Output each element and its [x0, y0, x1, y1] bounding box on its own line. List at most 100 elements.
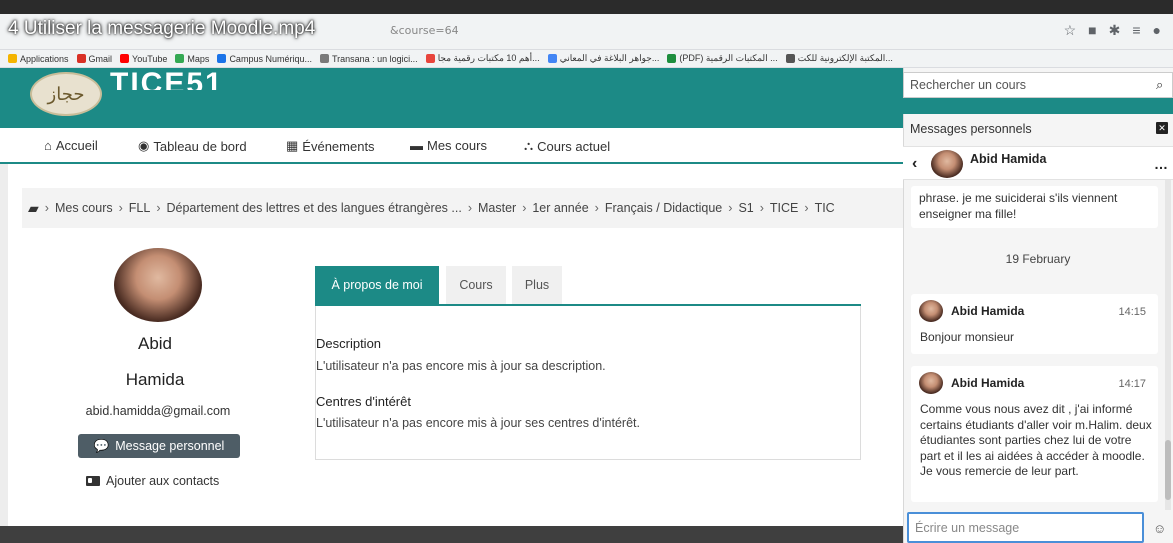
message-sender: Abid Hamida — [951, 376, 1025, 390]
nav-home[interactable]: ⌂ Accueil — [44, 138, 98, 153]
bookmark-item[interactable]: Gmail — [76, 54, 112, 64]
message-text: Comme vous nous avez dit , j'ai informé … — [920, 402, 1152, 478]
breadcrumb-item[interactable]: TIC — [815, 201, 835, 215]
description-text: L'utilisateur n'a pas encore mis à jour … — [316, 359, 606, 373]
add-contact-link[interactable]: Ajouter aux contacts — [86, 474, 219, 488]
drawer-header-strip — [903, 98, 1173, 114]
breadcrumb-item[interactable]: 1er année — [532, 201, 588, 215]
breadcrumb-separator: › — [44, 201, 49, 215]
nav-current-course[interactable]: ⛬ Cours actuel — [524, 138, 610, 154]
course-search-input[interactable]: Rechercher un cours — [903, 72, 1173, 98]
more-options-icon[interactable]: … — [1154, 156, 1168, 172]
nav-dashboard-label: Tableau de bord — [153, 138, 247, 154]
message-card: Abid Hamida 14:17 Comme vous nous avez d… — [911, 366, 1158, 502]
bookmark-label: (PDF) المكتبات الرقمية ... — [679, 53, 778, 63]
address-url[interactable]: &course=64 — [390, 24, 459, 37]
bookmark-label: جواهر البلاغة في المعاني... — [559, 53, 660, 63]
reading-list-icon[interactable]: ≡ — [1132, 22, 1140, 39]
bookmark-item[interactable]: جواهر البلاغة في المعاني... — [547, 53, 660, 64]
close-icon[interactable]: ✕ — [1156, 122, 1168, 134]
site-logo[interactable]: حجاز — [30, 72, 102, 116]
add-contact-label: Ajouter aux contacts — [106, 474, 220, 488]
message-card: Abid Hamida 14:15 Bonjour monsieur — [911, 294, 1158, 354]
breadcrumb-separator: › — [156, 201, 161, 215]
bookmark-label: أهم 10 مكتبات رقمية مجا... — [437, 53, 540, 63]
puzzle-icon[interactable]: ✱ — [1109, 22, 1121, 39]
messages-scroll-thumb[interactable] — [1165, 440, 1171, 500]
bookmark-item[interactable]: (PDF) المكتبات الرقمية ... — [667, 53, 778, 64]
interests-text: L'utilisateur n'a pas encore mis à jour … — [316, 416, 640, 430]
browser-toolbar-icons: ☆ ■ ✱ ≡ ● — [1064, 22, 1161, 39]
breadcrumb-item[interactable]: S1 — [738, 201, 753, 215]
message-time: 14:15 — [1118, 306, 1146, 318]
bookmark-label: Transana : un logici... — [331, 53, 418, 64]
bookmark-icon — [8, 54, 17, 63]
tab-courses[interactable]: Cours — [446, 266, 506, 304]
site-name[interactable]: TICE51 — [110, 62, 224, 90]
home-icon: ⌂ — [44, 138, 52, 153]
profile-email: abid.hamidda@gmail.com — [85, 404, 231, 418]
drawer-title: Messages personnels — [910, 122, 1032, 136]
bookmark-item[interactable]: Applications — [8, 54, 69, 64]
screen-root: &course=64 ☆ ■ ✱ ≡ ● Applications Gmail Yo… — [0, 0, 1173, 543]
nav-events[interactable]: ▦ Événements — [286, 138, 375, 154]
folder-icon: ▰ — [28, 199, 39, 216]
conversation-avatar[interactable] — [931, 150, 963, 178]
nav-my-courses[interactable]: ▬ Mes cours — [410, 138, 487, 153]
bookmark-icon — [425, 54, 435, 63]
breadcrumb-item[interactable]: Mes cours — [55, 201, 113, 215]
message-button-label: Message personnel — [115, 439, 225, 453]
message-avatar — [919, 300, 943, 322]
bookmark-item[interactable]: أهم 10 مكتبات رقمية مجا... — [425, 53, 540, 64]
address-card-icon — [86, 476, 100, 486]
bookmark-icon — [785, 54, 795, 63]
calendar-icon: ▦ — [286, 138, 299, 153]
breadcrumb-separator: › — [728, 201, 733, 215]
bookmark-label: المكتبة الإلكترونية للكت... — [797, 53, 893, 63]
breadcrumb-item[interactable]: TICE — [770, 201, 798, 215]
conversation-contact-name[interactable]: Abid Hamida — [970, 152, 1046, 166]
emoji-icon[interactable]: ☺ — [1153, 521, 1166, 536]
profile-first-name: Abid — [137, 334, 173, 353]
bookmark-item[interactable]: Campus Numériqu... — [217, 54, 312, 64]
tab-more[interactable]: Plus — [512, 266, 562, 304]
page-footer — [0, 526, 905, 543]
bookmark-item[interactable]: المكتبة الإلكترونية للكت... — [785, 53, 893, 64]
profile-last-name: Hamida — [125, 370, 185, 389]
bookmark-icon — [547, 54, 557, 63]
dashboard-icon: ◉ — [138, 138, 150, 153]
breadcrumb-separator: › — [804, 201, 809, 215]
message-partial: phrase. je me suiciderai s'ils viennent … — [911, 186, 1158, 228]
bookmark-item[interactable]: Transana : un logici... — [319, 53, 418, 64]
breadcrumb-item[interactable]: Département des lettres et des langues é… — [167, 201, 462, 215]
message-text: Bonjour monsieur — [920, 330, 1015, 344]
breadcrumb-item[interactable]: Master — [478, 201, 516, 215]
nav-current-course-label: Cours actuel — [537, 138, 611, 154]
breadcrumb-separator: › — [467, 201, 472, 215]
breadcrumb-item[interactable]: FLL — [129, 201, 151, 215]
breadcrumb-separator: › — [759, 201, 764, 215]
message-avatar — [919, 372, 943, 394]
nav-events-label: Événements — [302, 138, 375, 154]
sitemap-icon: ⛬ — [524, 138, 534, 153]
star-icon[interactable]: ☆ — [1064, 22, 1077, 39]
video-title: 4 Utiliser la messagerie Moodle.mp4 — [8, 18, 316, 39]
bookmark-icon — [76, 54, 86, 63]
speech-bubble-icon: 💬 — [93, 438, 110, 453]
tab-about[interactable]: À propos de moi — [315, 266, 439, 304]
search-icon[interactable]: ⌕ — [1156, 77, 1163, 93]
compose-message-input[interactable]: Écrire un message — [907, 512, 1144, 543]
browser-tab-strip[interactable] — [0, 0, 1173, 14]
description-heading: Description — [316, 336, 382, 351]
main-nav: ⌂ Accueil ◉ Tableau de bord ▦ Événements… — [0, 128, 905, 164]
message-personal-button[interactable]: 💬 Message personnel — [78, 434, 240, 458]
breadcrumb: ▰ › Mes cours › FLL › Département des lettres… — [22, 188, 905, 228]
extension-icon[interactable]: ■ — [1088, 22, 1096, 39]
nav-dashboard[interactable]: ◉ Tableau de bord — [138, 138, 247, 154]
date-separator: 19 February — [1005, 252, 1071, 266]
bookmark-icon — [667, 54, 677, 63]
bookmark-label: Campus Numériqu... — [229, 53, 312, 64]
breadcrumb-item[interactable]: Français / Didactique — [605, 201, 722, 215]
profile-icon[interactable]: ● — [1153, 22, 1161, 39]
back-chevron-icon[interactable]: ‹ — [912, 155, 917, 173]
